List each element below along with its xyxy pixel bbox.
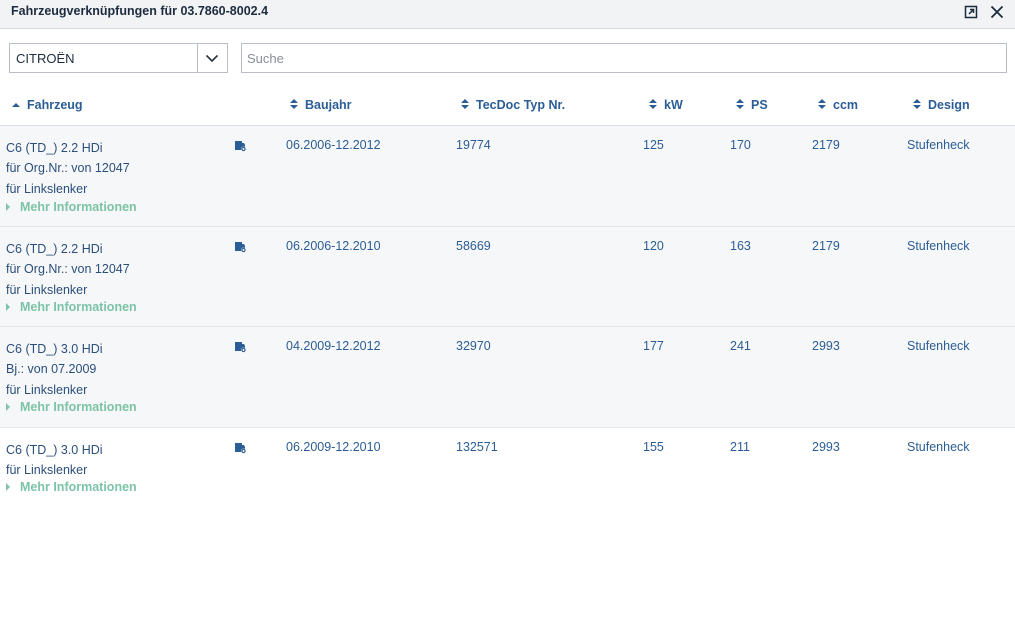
- column-header-baujahr[interactable]: Baujahr: [289, 98, 352, 113]
- brand-select[interactable]: CITROËN: [9, 43, 228, 73]
- vehicle-note: für Org.Nr.: von 12047: [6, 262, 130, 277]
- cell-kw: 155: [643, 440, 664, 454]
- cell-ccm: 2993: [812, 339, 840, 353]
- vehicle-note: für Org.Nr.: von 12047: [6, 161, 130, 176]
- vehicle-note: für Linkslenker: [6, 181, 88, 196]
- column-header-label: TecDoc Typ Nr.: [476, 98, 566, 112]
- cell-kw: 125: [643, 138, 664, 152]
- cell-ps: 241: [730, 339, 751, 353]
- column-header-ps[interactable]: PS: [735, 98, 768, 113]
- sort-icon: [289, 98, 299, 113]
- cell-ps: 211: [730, 440, 750, 454]
- cell-baujahr: 04.2009-12.2012: [286, 339, 381, 353]
- cell-kw: 120: [643, 239, 664, 253]
- more-info-link[interactable]: Mehr Informationen: [6, 300, 137, 314]
- vehicle-model: C6 (TD_) 2.2 HDi: [6, 141, 103, 155]
- close-icon[interactable]: [988, 3, 1006, 21]
- vehicle-description: C6 (TD_) 2.2 HDi für Org.Nr.: von 12047 …: [6, 138, 130, 199]
- vehicle-note: für Linkslenker: [6, 463, 88, 478]
- column-header-label: PS: [751, 98, 768, 112]
- brand-select-value: CITROËN: [16, 51, 75, 66]
- column-header-tecdoc[interactable]: TecDoc Typ Nr.: [460, 98, 565, 113]
- more-info-label: Mehr Informationen: [20, 400, 137, 414]
- car-settings-icon[interactable]: [234, 340, 247, 353]
- vehicle-model: C6 (TD_) 3.0 HDi: [6, 443, 103, 457]
- sort-icon: [648, 98, 658, 113]
- vehicle-description: C6 (TD_) 2.2 HDi für Org.Nr.: von 12047 …: [6, 239, 130, 300]
- column-header-label: Fahrzeug: [27, 98, 83, 112]
- sort-ascending-icon: [11, 99, 21, 113]
- column-header-fahrzeug[interactable]: Fahrzeug: [11, 98, 83, 113]
- cell-baujahr: 06.2006-12.2012: [286, 138, 381, 152]
- sort-icon: [460, 98, 470, 113]
- cell-ps: 170: [730, 138, 751, 152]
- expand-triangle-icon: [6, 203, 10, 211]
- window-title: Fahrzeugverknüpfungen für 03.7860-8002.4: [11, 4, 269, 18]
- vehicle-model: C6 (TD_) 2.2 HDi: [6, 242, 103, 256]
- table-header: Fahrzeug Baujahr TecDoc Typ Nr. kW PS cc…: [0, 86, 1015, 126]
- table-row[interactable]: C6 (TD_) 2.2 HDi für Org.Nr.: von 12047 …: [0, 126, 1015, 227]
- cell-design: Stufenheck: [907, 440, 970, 454]
- sort-icon: [735, 98, 745, 113]
- vehicle-note: für Linkslenker: [6, 382, 88, 397]
- cell-ccm: 2179: [812, 239, 840, 253]
- vehicle-description: C6 (TD_) 3.0 HDi für Linkslenker: [6, 440, 103, 481]
- cell-tecdoc: 32970: [456, 339, 491, 353]
- table-row[interactable]: C6 (TD_) 3.0 HDi Bj.: von 07.2009 für Li…: [0, 327, 1015, 428]
- vehicle-model: C6 (TD_) 3.0 HDi: [6, 342, 103, 356]
- expand-triangle-icon: [6, 483, 10, 491]
- column-header-label: ccm: [833, 98, 859, 112]
- cell-tecdoc: 132571: [456, 440, 498, 454]
- column-header-label: kW: [664, 98, 683, 112]
- more-info-label: Mehr Informationen: [20, 200, 137, 214]
- cell-design: Stufenheck: [907, 339, 970, 353]
- cell-baujahr: 06.2009-12.2010: [286, 440, 381, 454]
- cell-ccm: 2993: [812, 440, 840, 454]
- more-info-link[interactable]: Mehr Informationen: [6, 200, 137, 214]
- popout-icon[interactable]: [962, 3, 980, 21]
- column-header-design[interactable]: Design: [912, 98, 970, 113]
- cell-ccm: 2179: [812, 138, 840, 152]
- cell-design: Stufenheck: [907, 239, 970, 253]
- more-info-label: Mehr Informationen: [20, 480, 137, 494]
- cell-tecdoc: 58669: [456, 239, 491, 253]
- vehicle-note: Bj.: von 07.2009: [6, 362, 97, 377]
- column-header-label: Baujahr: [305, 98, 352, 112]
- more-info-label: Mehr Informationen: [20, 300, 137, 314]
- car-settings-icon[interactable]: [234, 441, 247, 454]
- car-settings-icon[interactable]: [234, 139, 247, 152]
- search-input[interactable]: [241, 43, 1007, 73]
- more-info-link[interactable]: Mehr Informationen: [6, 400, 137, 414]
- expand-triangle-icon: [6, 403, 10, 411]
- table-row[interactable]: C6 (TD_) 2.2 HDi für Org.Nr.: von 12047 …: [0, 227, 1015, 327]
- cell-ps: 163: [730, 239, 751, 253]
- column-header-label: Design: [928, 98, 970, 112]
- cell-baujahr: 06.2006-12.2010: [286, 239, 381, 253]
- table-row[interactable]: C6 (TD_) 3.0 HDi für Linkslenker Mehr In…: [0, 428, 1015, 508]
- sort-icon: [912, 98, 922, 113]
- chevron-down-icon[interactable]: [204, 50, 220, 71]
- column-header-kw[interactable]: kW: [648, 98, 683, 113]
- cell-design: Stufenheck: [907, 138, 970, 152]
- more-info-link[interactable]: Mehr Informationen: [6, 480, 137, 494]
- cell-tecdoc: 19774: [456, 138, 491, 152]
- expand-triangle-icon: [6, 303, 10, 311]
- cell-kw: 177: [643, 339, 664, 353]
- vehicle-note: für Linkslenker: [6, 282, 88, 297]
- sort-icon: [817, 98, 827, 113]
- vehicle-description: C6 (TD_) 3.0 HDi Bj.: von 07.2009 für Li…: [6, 339, 103, 400]
- column-header-ccm[interactable]: ccm: [817, 98, 858, 113]
- car-settings-icon[interactable]: [234, 240, 247, 253]
- window-titlebar: Fahrzeugverknüpfungen für 03.7860-8002.4: [0, 0, 1015, 29]
- brand-select-divider: [197, 44, 198, 72]
